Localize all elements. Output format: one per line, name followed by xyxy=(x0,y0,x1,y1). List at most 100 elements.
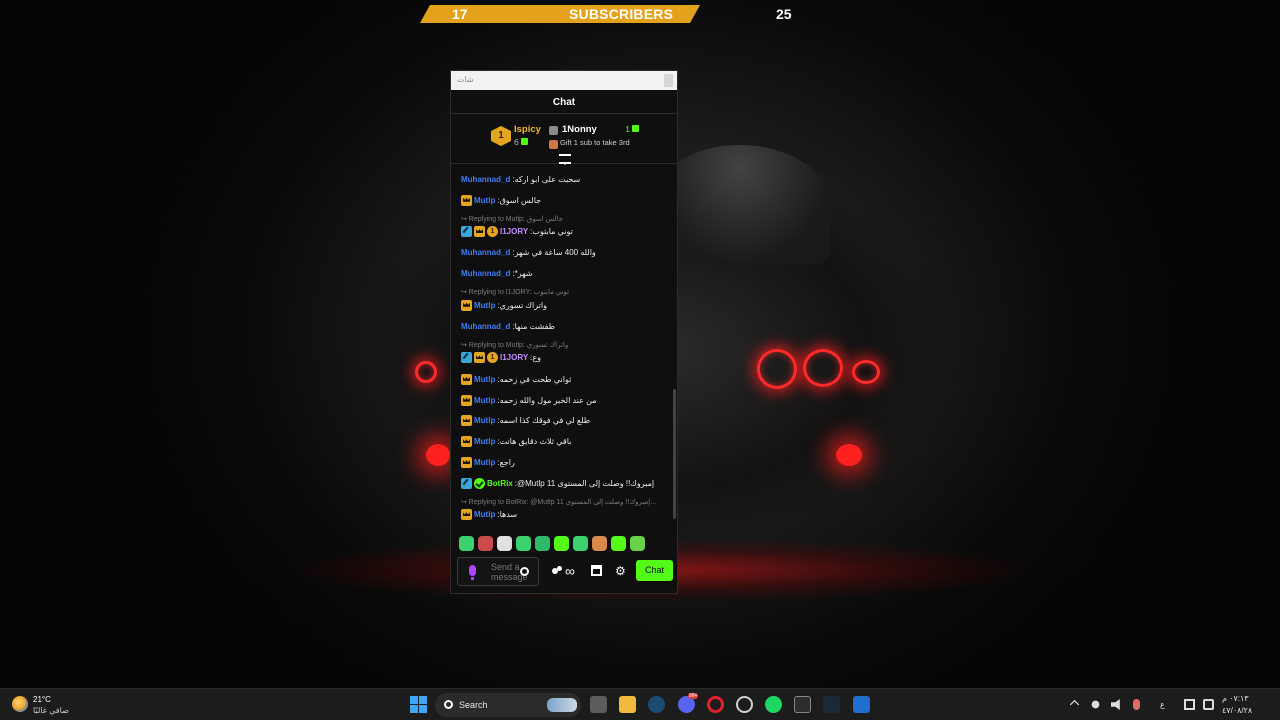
message-username[interactable]: Mutlp xyxy=(474,396,495,405)
emote-icon[interactable] xyxy=(573,536,588,551)
crown-badge-icon xyxy=(461,457,472,469)
chat-popout-window: شات Chat 1 Ispicy 6 1Nonny 1 Gift 1 sub … xyxy=(450,70,678,594)
reply-context[interactable]: ↪ Replying to I1JORY: توني مابتوب xyxy=(461,288,569,298)
subgoal-target-count: 25 xyxy=(776,6,792,22)
message-text: سدها xyxy=(499,510,518,520)
opera-icon[interactable] xyxy=(707,696,724,713)
emote-icon[interactable] xyxy=(611,536,626,551)
emote-icon[interactable] xyxy=(630,536,645,551)
start-menu-icon[interactable] xyxy=(410,696,427,713)
message-text: راجع xyxy=(499,458,515,468)
clock-time[interactable]: ٠٧:١٣ م xyxy=(1222,694,1249,703)
emote-icon[interactable] xyxy=(459,536,474,551)
infinity-icon[interactable]: ∞ xyxy=(565,564,575,578)
gift-prompt[interactable]: Gift 1 sub to take 3rd xyxy=(560,138,630,147)
message-username[interactable]: Muhannad_d xyxy=(461,175,510,184)
emote-icon[interactable] xyxy=(535,536,550,551)
wifi-icon[interactable] xyxy=(1203,699,1214,710)
gift-icon xyxy=(632,125,639,132)
message-username[interactable]: I1JORY xyxy=(500,227,528,236)
weather-description[interactable]: صافي غالبًا xyxy=(33,706,69,715)
emote-icon[interactable] xyxy=(497,536,512,551)
message-username[interactable]: Muhannad_d xyxy=(461,248,510,257)
show-hidden-icons-chevron-icon[interactable] xyxy=(1069,699,1080,710)
taskbar-search[interactable]: Search xyxy=(435,693,581,717)
emote-icon[interactable] xyxy=(478,536,493,551)
leaderboard-first-name[interactable]: Ispicy xyxy=(514,124,541,135)
chat-message[interactable]: Mutlp: باقي ثلاث دقايق هانت xyxy=(461,431,669,452)
app-icon[interactable] xyxy=(853,696,870,713)
chat-message[interactable]: ↪ Replying to I1JORY: توني مابتوب Mutlp: … xyxy=(461,284,669,316)
chat-message[interactable]: ↪ Replying to Mutlp: واتراك تسوري 1 I1JORY… xyxy=(461,337,669,369)
chat-message[interactable]: ↪ Replying to BotRix: @Mutlp 11 إمبروك!!… xyxy=(461,494,669,524)
steam-client-icon[interactable] xyxy=(823,696,840,713)
chat-message[interactable]: Mutlp: طلع لي في فوقك كذا اسمه xyxy=(461,411,669,432)
weather-temperature[interactable]: 21°C xyxy=(33,695,51,704)
reply-context[interactable]: ↪ Replying to BotRix: @Mutlp 11 إمبروك!!… xyxy=(461,498,656,508)
message-username[interactable]: Mutlp xyxy=(474,510,495,519)
chat-message[interactable]: ↪ Replying to Mutlp: جالس اسوق 1 I1JORY: ت… xyxy=(461,211,669,243)
window-titlebar[interactable]: شات xyxy=(451,71,677,90)
emote-icon[interactable] xyxy=(554,536,569,551)
emote-icon[interactable] xyxy=(516,536,531,551)
emoji-picker-icon[interactable] xyxy=(520,567,529,576)
message-username[interactable]: Mutlp xyxy=(474,301,495,310)
message-username[interactable]: Mutlp xyxy=(474,437,495,446)
obs-icon[interactable] xyxy=(736,696,753,713)
send-chat-button[interactable]: Chat xyxy=(636,560,673,581)
settings-gear-icon[interactable]: ⚙ xyxy=(615,564,626,578)
display-icon[interactable] xyxy=(1184,699,1195,710)
speaker-icon[interactable] xyxy=(1111,699,1120,710)
emote-icon[interactable] xyxy=(592,536,607,551)
steam-icon[interactable] xyxy=(648,696,665,713)
input-language[interactable]: ع xyxy=(1160,700,1165,709)
chat-input-row: Send a message ∞ ⚙ Chat xyxy=(457,557,673,587)
message-username[interactable]: Mutlp xyxy=(474,196,495,205)
bluetooth-icon[interactable] xyxy=(1091,700,1100,709)
gold-badge-icon: 1 xyxy=(487,352,498,364)
file-explorer-icon[interactable] xyxy=(619,696,636,713)
message-username[interactable]: BotRix xyxy=(487,479,513,488)
chat-title: Chat xyxy=(552,97,576,108)
message-username[interactable]: Mutlp xyxy=(474,458,495,467)
message-username[interactable]: Muhannad_d xyxy=(461,269,510,278)
message-line: 1 I1JORY: وع xyxy=(461,351,541,365)
crown-badge-icon xyxy=(474,352,485,364)
chat-messages[interactable]: Muhannad_d: سحبت على ابو اركه Mutlp: جالس… xyxy=(451,164,677,524)
spotify-icon[interactable] xyxy=(765,696,782,713)
chat-message[interactable]: Muhannad_d: طفشت منها xyxy=(461,316,669,337)
chat-message[interactable]: Mutlp: ثواني طحت في زحمه xyxy=(461,369,669,390)
message-username[interactable]: Muhannad_d xyxy=(461,322,510,331)
message-username[interactable]: I1JORY xyxy=(500,353,528,362)
windows-taskbar: 21°C صافي غالبًا Search 99+ ع ٠٧:١٣ م ٤٧… xyxy=(0,688,1280,720)
subgoal-current-count: 17 xyxy=(452,6,468,22)
store-icon[interactable] xyxy=(591,565,602,576)
reply-context[interactable]: ↪ Replying to Mutlp: واتراك تسوري xyxy=(461,341,568,351)
people-icon[interactable] xyxy=(552,566,564,576)
chat-message[interactable]: Mutlp: جالس اسوق xyxy=(461,190,669,211)
chat-scrollbar[interactable] xyxy=(673,389,676,519)
message-username[interactable]: Mutlp xyxy=(474,375,495,384)
taillight-ring-left xyxy=(415,361,437,383)
message-text: سحبت على ابو اركه xyxy=(514,174,581,184)
collapse-leaderboard-icon[interactable] xyxy=(559,154,571,165)
chat-message[interactable]: Mutlp: راجع xyxy=(461,452,669,473)
leaderboard-second-name[interactable]: 1Nonny xyxy=(562,124,597,135)
clock-date[interactable]: ٤٧/٠٨/٢٨ xyxy=(1222,706,1252,715)
microphone-tray-icon[interactable] xyxy=(1133,699,1140,710)
message-text: ثواني طحت في زحمه xyxy=(499,374,572,384)
chat-message[interactable]: Muhannad_d: والله 400 ساعة في شهر xyxy=(461,243,669,264)
task-view-icon[interactable] xyxy=(590,696,607,713)
chat-message[interactable]: BotRix: @Mutlp 11 إمبروك!! وصلت إلى المس… xyxy=(461,473,669,494)
microphone-icon[interactable] xyxy=(469,565,476,580)
reply-context[interactable]: ↪ Replying to Mutlp: جالس اسوق xyxy=(461,215,563,225)
weather-icon[interactable] xyxy=(12,696,28,712)
message-input[interactable]: Send a message xyxy=(457,557,539,586)
terminal-icon[interactable] xyxy=(794,696,811,713)
message-username[interactable]: Mutlp xyxy=(474,416,495,425)
brake-light-left xyxy=(426,444,450,466)
chat-message[interactable]: Muhannad_d: سحبت على ابو اركه xyxy=(461,169,669,190)
window-close-button[interactable] xyxy=(664,74,673,87)
chat-message[interactable]: Muhannad_d: *شهر xyxy=(461,263,669,284)
chat-message[interactable]: Mutlp: من عند الخبر مول والله زحمه xyxy=(461,390,669,411)
